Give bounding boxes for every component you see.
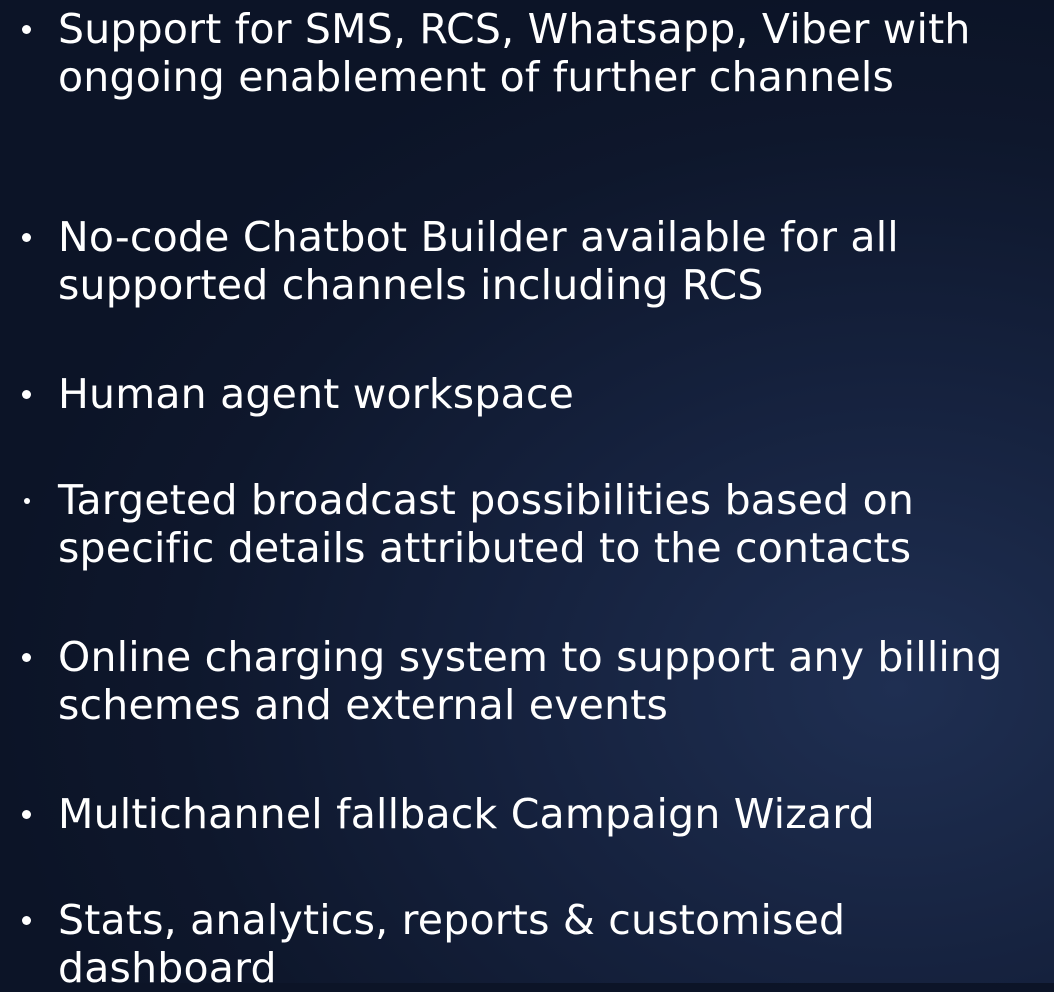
feature-item-targeted-broadcast: Targeted broadcast possibilities based o… xyxy=(24,476,1048,572)
feature-item-chatbot-builder: No-code Chatbot Builder available for al… xyxy=(22,213,1048,309)
bullet-icon xyxy=(22,390,31,399)
feature-text: Online charging system to support any bi… xyxy=(58,633,1003,729)
feature-text: Targeted broadcast possibilities based o… xyxy=(58,476,915,572)
feature-text: No-code Chatbot Builder available for al… xyxy=(58,213,899,309)
feature-item-online-charging: Online charging system to support any bi… xyxy=(22,633,1048,729)
feature-item-agent-workspace: Human agent workspace xyxy=(22,370,1048,418)
bullet-icon xyxy=(22,233,31,242)
bullet-icon xyxy=(24,498,30,504)
feature-text: Multichannel fallback Campaign Wizard xyxy=(58,790,875,838)
feature-item-channels: Support for SMS, RCS, Whatsapp, Viber wi… xyxy=(22,5,1048,101)
bullet-icon xyxy=(22,25,31,34)
bullet-icon xyxy=(22,916,31,925)
feature-text: Stats, analytics, reports & customised d… xyxy=(58,896,846,992)
feature-text: Support for SMS, RCS, Whatsapp, Viber wi… xyxy=(58,5,971,101)
feature-text: Human agent workspace xyxy=(58,370,575,418)
bullet-icon xyxy=(22,810,31,819)
bullet-icon xyxy=(22,653,31,662)
feature-item-stats-dashboard: Stats, analytics, reports & customised d… xyxy=(22,896,1048,992)
slide: Support for SMS, RCS, Whatsapp, Viber wi… xyxy=(0,0,1054,992)
feature-item-campaign-wizard: Multichannel fallback Campaign Wizard xyxy=(22,790,1048,838)
